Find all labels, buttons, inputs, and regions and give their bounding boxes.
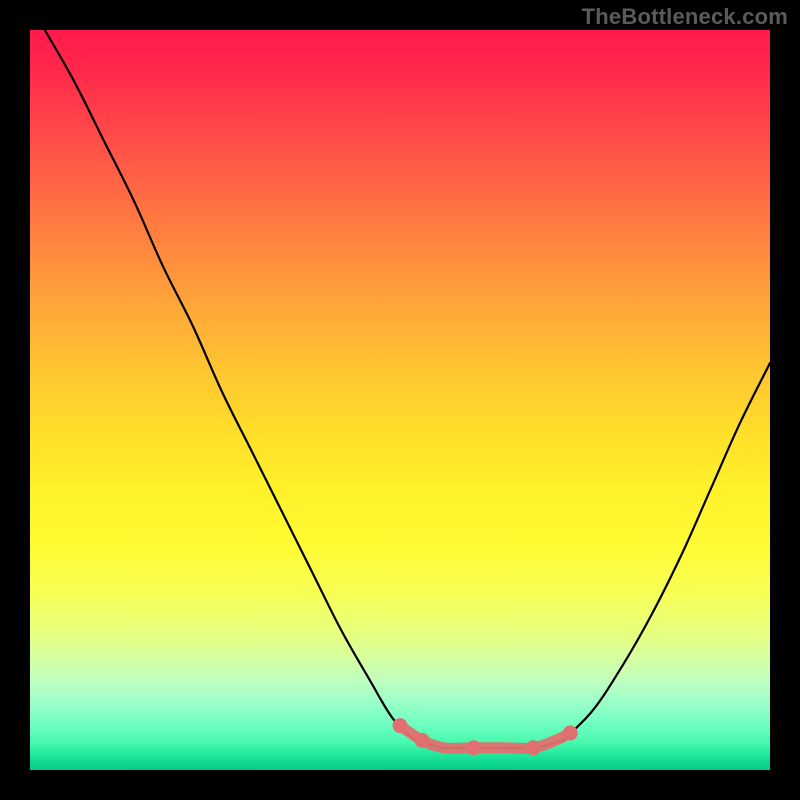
curve-layer: [30, 30, 770, 770]
plot-area: [30, 30, 770, 770]
watermark-text: TheBottleneck.com: [582, 4, 788, 30]
highlight-dot: [526, 740, 541, 755]
curve-right-branch: [563, 363, 770, 740]
highlight-dot: [467, 740, 482, 755]
highlight-dot: [563, 726, 578, 741]
curve-left-branch: [45, 30, 415, 740]
highlight-dot: [393, 718, 408, 733]
chart-frame: TheBottleneck.com: [0, 0, 800, 800]
highlight-dot: [415, 733, 430, 748]
